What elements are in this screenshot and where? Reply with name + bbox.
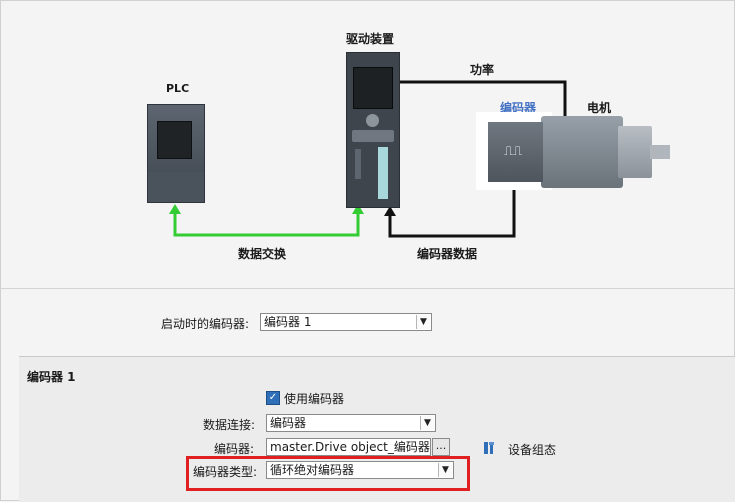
- startup-encoder-label: 启动时的编码器:: [161, 317, 250, 331]
- divider: [0, 288, 735, 289]
- motor-end-cap: [618, 126, 652, 178]
- chevron-down-icon[interactable]: ▼: [420, 416, 434, 430]
- power-label: 功率: [470, 63, 495, 77]
- plc-device: [147, 104, 205, 203]
- data-exchange-line: [173, 212, 360, 237]
- startup-encoder-value: 编码器 1: [264, 315, 312, 329]
- checkbox-checked-icon[interactable]: ✓: [266, 391, 280, 405]
- motor-shaft: [650, 145, 670, 159]
- device-config-icon[interactable]: [482, 440, 498, 456]
- motor-housing: [541, 116, 623, 188]
- data-exchange-arrow-plc: [169, 204, 181, 214]
- drive-label: 驱动装置: [346, 32, 395, 46]
- data-connection-label: 数据连接:: [203, 418, 256, 432]
- encoder-field[interactable]: master.Drive object_编码器1: [266, 438, 431, 456]
- device-config-link[interactable]: 设备组态: [508, 441, 556, 458]
- pulse-icon: ⎍⎍: [504, 144, 523, 159]
- encoder-data-line: [388, 190, 516, 238]
- encoder-field-label: 编码器:: [214, 442, 255, 456]
- motor-label: 电机: [587, 101, 612, 115]
- data-connection-select[interactable]: 编码器 ▼: [266, 414, 436, 432]
- drive-device: [346, 52, 400, 208]
- plc-label: PLC: [166, 82, 190, 95]
- encoder-section-title: 编码器 1: [27, 370, 76, 384]
- startup-encoder-select[interactable]: 编码器 1 ▼: [260, 313, 432, 331]
- chevron-down-icon[interactable]: ▼: [416, 315, 430, 329]
- highlight-annotation: [186, 456, 470, 491]
- browse-button[interactable]: ...: [432, 438, 450, 456]
- data-exchange-label: 数据交换: [238, 247, 287, 261]
- use-encoder-label: 使用编码器: [284, 392, 345, 406]
- encoder-field-value: master.Drive object_编码器1: [270, 440, 431, 454]
- data-connection-value: 编码器: [270, 416, 307, 430]
- encoder-data-label: 编码器数据: [417, 247, 478, 261]
